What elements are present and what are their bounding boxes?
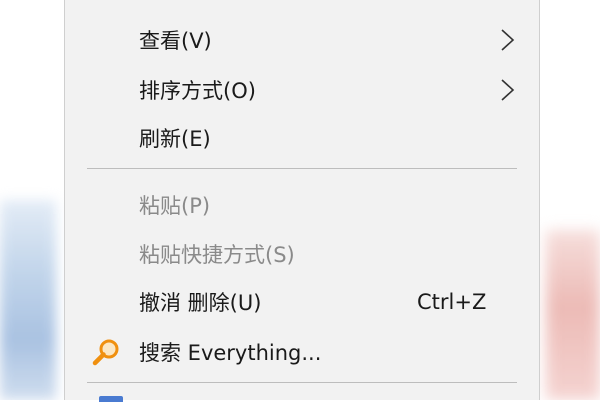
desktop-context-menu: 查看(V) 排序方式(O) 刷新(E) 粘贴(P) 粘贴快捷方式(S) 撤消 删… [64,0,540,402]
wallpaper-blur-left [0,200,56,400]
menu-item-shortcut: Ctrl+Z [417,290,487,314]
menu-item-paste[interactable]: 粘贴(P) [65,182,539,228]
chevron-right-icon [501,79,515,101]
menu-item-label: 撤消 删除(U) [139,291,262,315]
menu-item-label: 搜索 Everything... [139,341,322,365]
menu-item-label: 排序方式(O) [139,79,256,103]
partial-next-item-icon [99,396,123,402]
menu-separator [87,168,517,169]
menu-item-label: 查看(V) [139,29,212,53]
wallpaper-blur-right [546,230,600,400]
chevron-right-icon [501,29,515,51]
menu-item-paste-shortcut[interactable]: 粘贴快捷方式(S) [65,231,539,277]
menu-item-label: 粘贴快捷方式(S) [139,243,295,267]
menu-item-sort-by[interactable]: 排序方式(O) [65,67,539,113]
menu-item-label: 刷新(E) [139,127,211,151]
menu-separator [87,382,517,383]
menu-item-view[interactable]: 查看(V) [65,17,539,63]
menu-item-label: 粘贴(P) [139,194,211,218]
menu-item-refresh[interactable]: 刷新(E) [65,115,539,161]
desktop-background-right [540,0,600,400]
desktop-background-left [0,0,64,400]
menu-item-search-everything[interactable]: 搜索 Everything... [65,329,539,375]
menu-item-undo-delete[interactable]: 撤消 删除(U) Ctrl+Z [65,279,539,325]
search-magnifier-icon [92,339,119,366]
